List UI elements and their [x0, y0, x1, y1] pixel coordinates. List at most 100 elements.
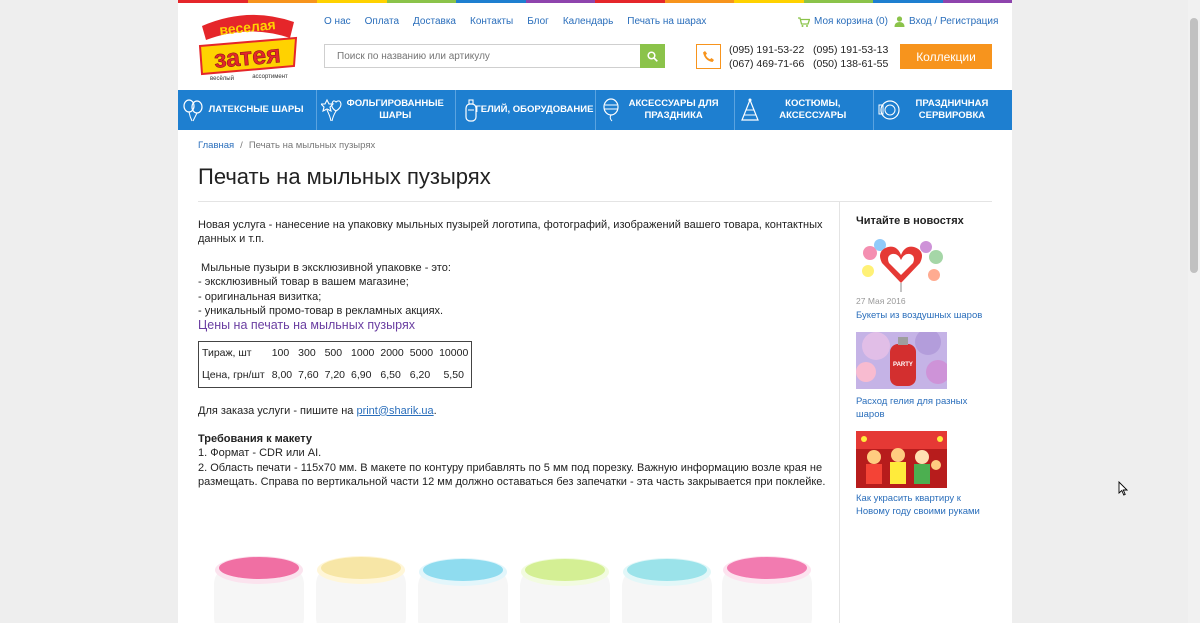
news-title-link[interactable]: Расход гелия для разных шаров	[856, 395, 996, 421]
order-email-link[interactable]: print@sharik.ua	[356, 405, 433, 417]
requirement-item: 1. Формат - CDR или AI.	[198, 447, 322, 460]
news-thumbnail[interactable]	[856, 235, 947, 292]
phone-4[interactable]: (050) 138-61-55	[813, 58, 893, 70]
category-nav: Латексные шары Фольгированные шары Гелий…	[178, 90, 1012, 130]
news-thumbnail[interactable]: PARTY	[856, 332, 947, 389]
table-cell: 6,90	[351, 369, 372, 382]
search-button[interactable]	[640, 44, 665, 68]
phone-2[interactable]: (095) 191-53-13	[813, 44, 893, 56]
intro-text: Новая услуга - нанесение на упаковку мыл…	[198, 219, 823, 246]
table-cell: 6,20	[409, 369, 431, 382]
category-label: Костюмы, аксессуары	[779, 98, 847, 121]
accessories-icon	[602, 98, 619, 122]
mouse-cursor-icon	[1118, 481, 1128, 496]
topnav-delivery[interactable]: Доставка	[413, 16, 456, 27]
table-cell: 6,50	[380, 369, 401, 382]
news-item: PARTY Расход гелия для разных шаров	[856, 332, 996, 421]
topnav-calendar[interactable]: Календарь	[563, 16, 613, 27]
order-text: Для заказа услуги - пишите на	[198, 404, 357, 417]
category-accessories[interactable]: Аксессуары для праздника	[596, 90, 735, 130]
category-label: Праздничная сервировка	[915, 98, 989, 121]
svg-text:затея: затея	[213, 40, 282, 74]
search-box	[324, 44, 665, 68]
soap-bubbles-product-image	[214, 556, 812, 623]
news-sidebar: Читайте в новостях 27 Мая 2016 Букеты из…	[856, 215, 996, 528]
user-icon	[894, 16, 905, 27]
main-content: Новая услуга - нанесение на упаковку мыл…	[198, 218, 828, 490]
party-hat-icon	[740, 98, 759, 121]
svg-text:весёлый: весёлый	[210, 75, 234, 82]
phone-icon	[696, 44, 721, 69]
table-cell: 100	[271, 346, 290, 359]
sidebar-divider	[839, 202, 840, 623]
list-item: - оригинальная визитка;	[198, 290, 322, 303]
table-row-label: Тираж, шт	[202, 346, 252, 359]
prices-table: Тираж, шт 100 300 500 1000 2000 5000 100…	[198, 340, 473, 388]
login-label: Вход / Регистрация	[909, 16, 999, 27]
news-thumbnail[interactable]	[856, 431, 947, 488]
page-title: Печать на мыльных пузырях	[198, 164, 491, 189]
phone-3[interactable]: (067) 469-71-66	[729, 58, 813, 70]
table-row-label: Цена, грн/шт	[202, 369, 265, 382]
category-costumes[interactable]: Костюмы, аксессуары	[735, 90, 874, 130]
phone-1[interactable]: (095) 191-53-22	[729, 44, 813, 56]
table-row: Цена, грн/шт 8,00 7,60 7,20 6,90 6,50 6,…	[199, 364, 472, 387]
balloons-icon	[183, 99, 203, 122]
table-cell: 7,60	[298, 369, 319, 382]
table-cell: 7,20	[324, 369, 346, 382]
foil-balloons-icon	[321, 98, 342, 122]
order-end: .	[433, 404, 437, 417]
order-line: Для заказа услуги - пишите на print@shar…	[198, 404, 828, 418]
news-title-link[interactable]: Букеты из воздушных шаров	[856, 309, 996, 322]
plate-icon	[878, 100, 900, 120]
news-title-link[interactable]: Как украсить квартиру к Новому году свои…	[856, 492, 996, 518]
breadcrumb-separator: /	[240, 140, 243, 151]
divider	[198, 201, 992, 202]
table-cell: 10000	[439, 346, 469, 359]
category-label: Аксессуары для праздника	[628, 98, 719, 121]
table-cell: 5000	[409, 346, 434, 359]
breadcrumb-home[interactable]: Главная	[198, 140, 234, 151]
page-scrollbar[interactable]	[1188, 0, 1200, 623]
category-label: Фольгированные шары	[346, 98, 444, 121]
search-input[interactable]	[325, 45, 625, 67]
category-tableware[interactable]: Праздничная сервировка	[874, 90, 1012, 130]
breadcrumb: Главная / Печать на мыльных пузырях	[198, 140, 375, 151]
topnav-balloon-print[interactable]: Печать на шарах	[627, 16, 706, 27]
category-label: Латексные шары	[208, 104, 304, 116]
top-color-stripe	[178, 0, 1012, 3]
sidebar-title: Читайте в новостях	[856, 215, 964, 227]
svg-text:ассортимент: ассортимент	[252, 74, 288, 80]
list-item: - уникальный промо-товар в рекламных акц…	[198, 305, 444, 318]
requirement-item: 2. Область печати - 115х70 мм. В макете …	[198, 461, 826, 489]
news-item: 27 Мая 2016 Букеты из воздушных шаров	[856, 235, 996, 322]
login-link[interactable]: Вход / Регистрация	[894, 16, 998, 27]
cart-icon	[798, 16, 810, 27]
collections-button[interactable]: Коллекции	[900, 44, 992, 69]
topnav-payment[interactable]: Оплата	[365, 16, 399, 27]
list-item: - эксклюзивный товар в вашем магазине;	[198, 276, 409, 289]
table-cell: 5,50	[443, 369, 464, 382]
table-row: Тираж, шт 100 300 500 1000 2000 5000 100…	[199, 341, 472, 364]
table-cell: 500	[324, 346, 343, 359]
svg-text:PARTY: PARTY	[893, 362, 913, 368]
page: веселая затея весёлый ассортимент О нас …	[178, 0, 1012, 623]
category-foil-balloons[interactable]: Фольгированные шары	[317, 90, 457, 130]
topnav-blog[interactable]: Блог	[527, 16, 549, 27]
table-cell: 2000	[380, 346, 404, 359]
topnav-about[interactable]: О нас	[324, 16, 351, 27]
topnav-contacts[interactable]: Контакты	[470, 16, 513, 27]
news-item: Как украсить квартиру к Новому году свои…	[856, 431, 996, 518]
table-cell: 8,00	[271, 369, 293, 382]
search-icon	[647, 50, 658, 62]
cart-link[interactable]: Моя корзина (0)	[798, 16, 888, 27]
prices-title: Цены на печать на мыльных пузырях	[198, 318, 415, 333]
news-date: 27 Мая 2016	[856, 296, 906, 306]
category-latex-balloons[interactable]: Латексные шары	[178, 90, 318, 130]
site-logo[interactable]: веселая затея весёлый ассортимент	[198, 8, 298, 84]
scrollbar-thumb[interactable]	[1190, 18, 1198, 273]
breadcrumb-current: Печать на мыльных пузырях	[248, 140, 376, 151]
phone-numbers: (095) 191-53-22 (095) 191-53-13 (067) 46…	[729, 44, 893, 70]
table-cell: 1000	[351, 346, 375, 359]
category-helium[interactable]: Гелий, оборудование	[456, 90, 596, 130]
